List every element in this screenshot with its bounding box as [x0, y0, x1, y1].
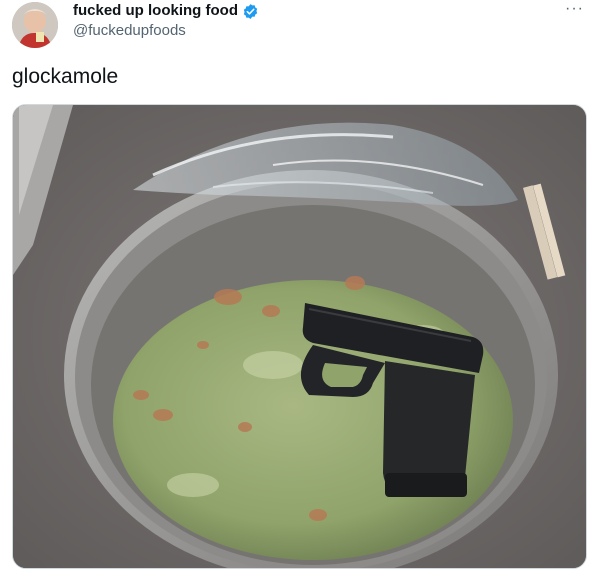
display-name[interactable]: fucked up looking food: [73, 2, 238, 20]
handle[interactable]: @fuckedupfoods: [73, 22, 186, 39]
author-name-row: fucked up looking food: [73, 2, 259, 20]
photo-guacamole-bowl: [13, 105, 586, 568]
tweet-text: glockamole: [12, 65, 119, 88]
avatar[interactable]: [12, 2, 58, 48]
avatar-image: [12, 2, 58, 48]
more-icon[interactable]: ···: [565, 0, 584, 18]
verified-badge-icon: [242, 3, 259, 20]
tweet-media-photo[interactable]: [12, 104, 587, 569]
